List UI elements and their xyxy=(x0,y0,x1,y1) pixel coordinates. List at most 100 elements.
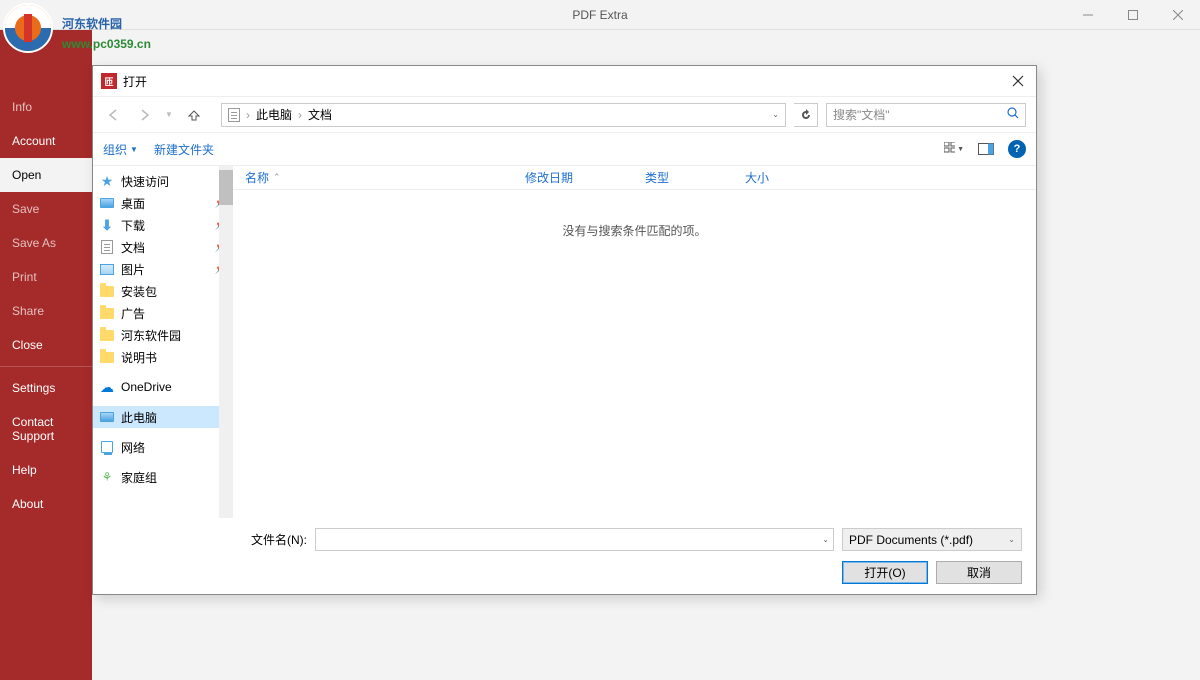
tree-item-label: 桌面 xyxy=(121,195,145,212)
sidebar-item-help[interactable]: Help xyxy=(0,453,92,487)
dialog-footer: 文件名(N): ⌄ PDF Documents (*.pdf)⌄ 打开(O) 取… xyxy=(93,518,1036,594)
tree-item-label: 家庭组 xyxy=(121,469,157,486)
maximize-button[interactable] xyxy=(1110,0,1155,29)
folder-icon xyxy=(99,283,115,299)
watermark: 河东软件园 www.pc0359.cn xyxy=(0,0,198,63)
column-name[interactable]: 名称 ⌃ xyxy=(245,169,525,186)
nav-recent-dropdown[interactable]: ▼ xyxy=(163,104,175,126)
column-headers: 名称 ⌃ 修改日期 类型 大小 xyxy=(233,166,1036,190)
open-dialog: 匝 打开 ▼ › 此电脑 › 文档 ⌄ 搜索"文档" xyxy=(92,65,1037,595)
folder-icon xyxy=(99,349,115,365)
home-icon: ⚘ xyxy=(99,469,115,485)
tree-item[interactable]: 文档📌 xyxy=(93,236,233,258)
sidebar-item-save[interactable]: Save xyxy=(0,192,92,226)
new-folder-button[interactable]: 新建文件夹 xyxy=(154,141,214,158)
monitor-icon xyxy=(99,409,115,425)
chevron-down-icon: ⌄ xyxy=(1008,535,1015,544)
breadcrumb-item[interactable]: 文档 xyxy=(308,106,332,123)
help-icon[interactable]: ? xyxy=(1008,140,1026,158)
dialog-title: 打开 xyxy=(123,73,147,90)
tree-item-label: 说明书 xyxy=(121,349,157,366)
tree-item[interactable]: ☁ OneDrive xyxy=(93,376,233,398)
filename-input[interactable]: ⌄ xyxy=(315,528,834,551)
tree-item[interactable]: 河东软件园 xyxy=(93,324,233,346)
tree-item-label: 下载 xyxy=(121,217,145,234)
sidebar-item-print[interactable]: Print xyxy=(0,260,92,294)
tree-item[interactable]: 安装包 xyxy=(93,280,233,302)
sidebar-item-settings[interactable]: Settings xyxy=(0,371,92,405)
main-sidebar: InfoAccountOpenSaveSave AsPrintShareClos… xyxy=(0,30,92,680)
close-button[interactable] xyxy=(1155,0,1200,29)
search-input[interactable]: 搜索"文档" xyxy=(826,103,1026,127)
sidebar-item-save-as[interactable]: Save As xyxy=(0,226,92,260)
breadcrumb[interactable]: › 此电脑 › 文档 ⌄ xyxy=(221,103,786,127)
search-icon xyxy=(1007,107,1019,122)
tree-item-label: 此电脑 xyxy=(121,409,157,426)
nav-up-button[interactable] xyxy=(183,104,205,126)
dialog-app-icon: 匝 xyxy=(101,73,117,89)
breadcrumb-item[interactable]: 此电脑 xyxy=(256,106,292,123)
sidebar-item-share[interactable]: Share xyxy=(0,294,92,328)
tree-item-label: 安装包 xyxy=(121,283,157,300)
tree-item[interactable]: ⚘ 家庭组 xyxy=(93,466,233,488)
tree-item[interactable]: 桌面📌 xyxy=(93,192,233,214)
tree-item[interactable]: 广告 xyxy=(93,302,233,324)
star-icon: ★ xyxy=(99,173,115,189)
refresh-button[interactable] xyxy=(794,103,818,127)
view-mode-button[interactable]: ▼ xyxy=(944,139,964,159)
pic-icon xyxy=(99,261,115,277)
scrollbar[interactable] xyxy=(219,166,233,518)
folder-icon xyxy=(99,305,115,321)
folder-icon xyxy=(99,327,115,343)
sidebar-item-open[interactable]: Open xyxy=(0,158,92,192)
doc-icon xyxy=(228,108,240,122)
chevron-down-icon[interactable]: ⌄ xyxy=(822,535,829,544)
cancel-button[interactable]: 取消 xyxy=(936,561,1022,584)
minimize-button[interactable] xyxy=(1065,0,1110,29)
tree-item-label: 河东软件园 xyxy=(121,327,181,344)
tree-item[interactable]: ⬇下载📌 xyxy=(93,214,233,236)
cloud-icon: ☁ xyxy=(99,379,115,395)
tree-item-label: OneDrive xyxy=(121,380,172,394)
tree-item[interactable]: 网络 xyxy=(93,436,233,458)
sidebar-item-about[interactable]: About xyxy=(0,487,92,521)
network-icon xyxy=(99,439,115,455)
tree-item[interactable]: 说明书 xyxy=(93,346,233,368)
app-title: PDF Extra xyxy=(572,8,627,22)
nav-forward-button[interactable] xyxy=(133,104,155,126)
column-date[interactable]: 修改日期 xyxy=(525,169,645,186)
nav-back-button[interactable] xyxy=(103,104,125,126)
download-icon: ⬇ xyxy=(99,217,115,233)
dialog-close-button[interactable] xyxy=(1008,71,1028,91)
dialog-nav: ▼ › 此电脑 › 文档 ⌄ 搜索"文档" xyxy=(93,96,1036,132)
filename-label: 文件名(N): xyxy=(247,531,307,548)
tree-item[interactable]: ★ 快速访问 xyxy=(93,170,233,192)
tree-item-label: 广告 xyxy=(121,305,145,322)
dialog-titlebar: 匝 打开 xyxy=(93,66,1036,96)
chevron-down-icon[interactable]: ⌄ xyxy=(772,110,779,119)
filetype-select[interactable]: PDF Documents (*.pdf)⌄ xyxy=(842,528,1022,551)
watermark-text2: www.pc0359.cn xyxy=(61,37,151,51)
tree-item-label: 文档 xyxy=(121,239,145,256)
sidebar-item-close[interactable]: Close xyxy=(0,328,92,362)
sidebar-item-info[interactable]: Info xyxy=(0,90,92,124)
tree-item[interactable]: 此电脑 xyxy=(93,406,233,428)
sidebar-item-account[interactable]: Account xyxy=(0,124,92,158)
file-list-panel: 名称 ⌃ 修改日期 类型 大小 没有与搜索条件匹配的项。 xyxy=(233,166,1036,518)
column-type[interactable]: 类型 xyxy=(645,169,745,186)
empty-message: 没有与搜索条件匹配的项。 xyxy=(233,190,1036,518)
tree-item[interactable]: 图片📌 xyxy=(93,258,233,280)
tree-item-label: 快速访问 xyxy=(121,173,169,190)
chevron-right-icon: › xyxy=(298,108,302,122)
organize-button[interactable]: 组织▼ xyxy=(103,141,138,158)
tree-item-label: 网络 xyxy=(121,439,145,456)
tree-item-label: 图片 xyxy=(121,261,145,278)
folder-tree: ★快速访问桌面📌⬇下载📌文档📌图片📌安装包广告河东软件园说明书☁OneDrive… xyxy=(93,166,233,518)
open-button[interactable]: 打开(O) xyxy=(842,561,928,584)
monitor-icon xyxy=(99,195,115,211)
column-size[interactable]: 大小 xyxy=(745,169,1024,186)
sidebar-item-contact-support[interactable]: Contact Support xyxy=(0,405,92,453)
doc-icon xyxy=(99,239,115,255)
preview-pane-button[interactable] xyxy=(976,139,996,159)
dialog-toolbar: 组织▼ 新建文件夹 ▼ ? xyxy=(93,132,1036,166)
